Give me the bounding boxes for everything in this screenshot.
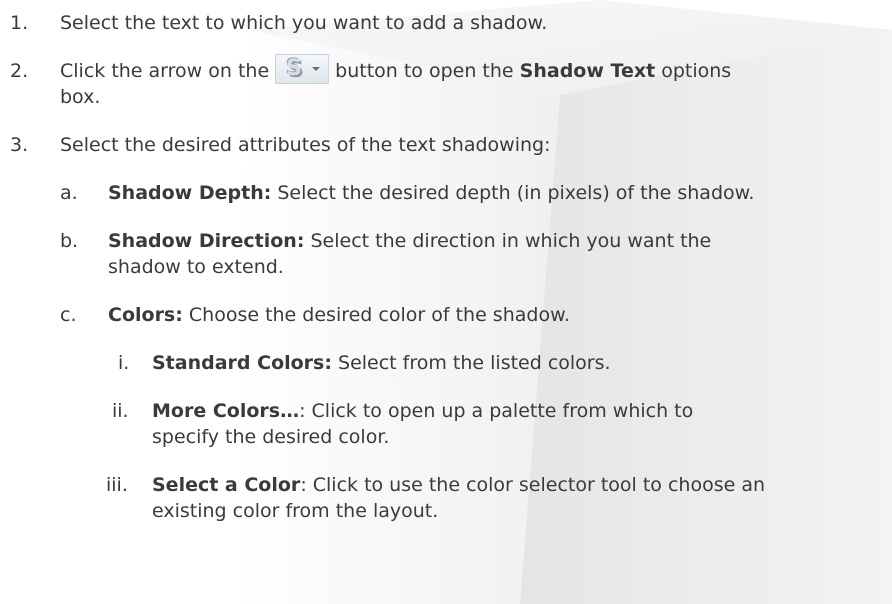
roman-numeral: iii. [106,474,128,496]
instructions-list: 1. Select the text to which you want to … [0,0,892,604]
shadow-text-label: Shadow Text [519,60,656,82]
roman-item-text: : Click to open up a palette from which … [299,400,694,422]
step-2-pre: Click the arrow on the [60,60,270,82]
sub-item-bold: Shadow Depth: [108,182,272,204]
sub-item-letter: c. [60,304,77,326]
roman-item-bold: Select a Color [152,474,301,496]
roman-item-standard-colors: Standard Colors: Select from the listed … [152,350,611,376]
roman-numeral: ii. [112,400,129,422]
roman-item-text: : Click to use the color selector tool t… [300,474,766,496]
step-1-text: Select the text to which you want to add… [60,10,547,36]
sub-item-letter: b. [60,230,79,252]
roman-item-bold: Standard Colors: [152,352,332,374]
dropdown-arrow-icon[interactable] [312,66,321,71]
step-1-label: Select the text to which you want to add… [60,12,548,34]
step-2-tail: options [661,60,732,82]
step-number: 2. [10,60,29,82]
sub-item-continuation: shadow to extend. [108,256,284,278]
sub-item-text: Select the desired depth (in pixels) of … [271,182,755,204]
step-3-text: Select the desired attributes of the tex… [60,134,551,156]
roman-item-text: Select from the listed colors. [331,352,611,374]
roman-numeral: i. [118,352,130,374]
step-number: 1. [10,12,29,34]
step-2-continuation: box. [60,86,101,108]
roman-item-select-a-color: Select a Color: Click to use the color s… [152,472,765,498]
step-number: 3. [10,134,29,156]
sub-item-shadow-depth: Shadow Depth: Select the desired depth (… [108,180,754,206]
sub-item-text: Select the direction in which you want t… [304,230,712,252]
step-2-text: Click the arrow on the Sbutton to open th… [60,53,732,84]
sub-item-bold: Colors: [108,304,183,326]
roman-item-continuation: specify the desired color. [152,426,390,448]
shadow-text-button[interactable]: S [275,53,330,84]
sub-item-bold: Shadow Direction: [108,230,305,252]
roman-item-bold: More Colors… [152,400,300,422]
roman-item-more-colors: More Colors…: Click to open up a palette… [152,398,693,424]
shadow-text-icon: S [286,55,302,81]
roman-item-continuation: existing color from the layout. [152,500,439,522]
step-2-post: button to open the [335,60,514,82]
sub-item-shadow-direction: Shadow Direction: Select the direction i… [108,228,711,254]
sub-item-colors: Colors: Choose the desired color of the … [108,302,570,328]
sub-item-letter: a. [60,182,78,204]
sub-item-text: Choose the desired color of the shadow. [182,304,570,326]
